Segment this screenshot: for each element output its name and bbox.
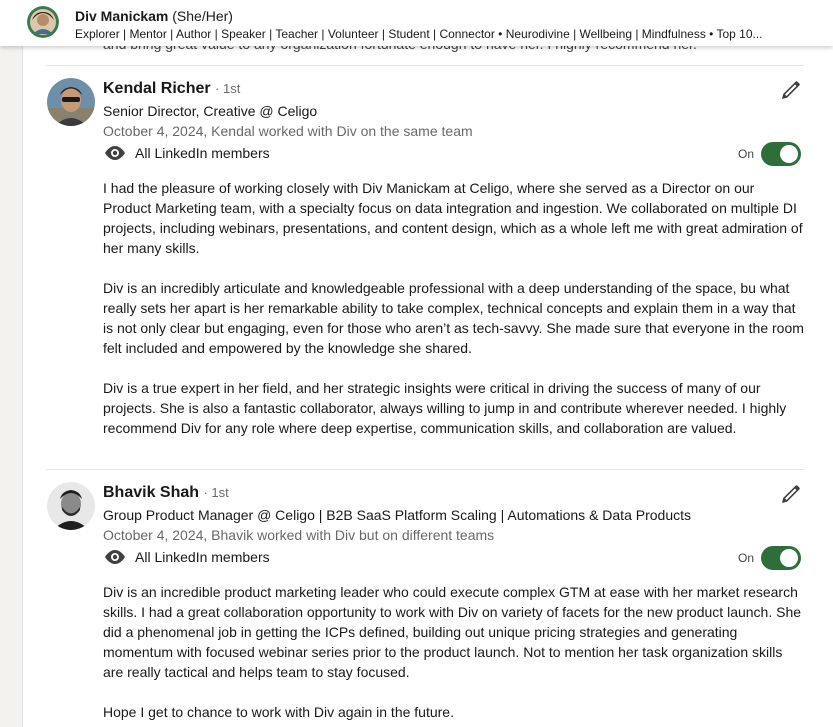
eye-icon bbox=[105, 146, 125, 160]
connection-degree: · 1st bbox=[215, 81, 241, 96]
profile-sticky-header: Div Manickam (She/Her) Explorer | Mentor… bbox=[0, 0, 833, 46]
profile-avatar[interactable] bbox=[27, 6, 59, 38]
recommendation-text: Div is an incredible product marketing l… bbox=[103, 582, 805, 727]
recommender-avatar[interactable] bbox=[47, 482, 95, 530]
visibility-toggle-group: On bbox=[738, 141, 802, 167]
recommendation-paragraph: Div is a true expert in her field, and h… bbox=[103, 380, 787, 436]
recommendation-paragraph: Div is an incredible product marketing l… bbox=[103, 584, 802, 680]
toggle-knob bbox=[780, 145, 799, 163]
profile-headline: Explorer | Mentor | Author | Speaker | T… bbox=[75, 27, 763, 41]
pencil-icon bbox=[782, 81, 800, 99]
recommendation-paragraph: I had the pleasure of working closely wi… bbox=[103, 180, 803, 256]
visibility-label: All LinkedIn members bbox=[135, 549, 270, 565]
visibility-label: All LinkedIn members bbox=[135, 145, 270, 161]
edit-recommendation-button[interactable] bbox=[779, 78, 803, 102]
divider bbox=[46, 469, 804, 470]
visibility-toggle-group: On bbox=[738, 545, 802, 571]
recommender-title: Senior Director, Creative @ Celigo bbox=[103, 103, 318, 119]
recommender-name[interactable]: Bhavik Shah bbox=[103, 484, 199, 501]
recommendation-meta: October 4, 2024, Kendal worked with Div … bbox=[103, 123, 473, 139]
visibility-setting: All LinkedIn members bbox=[103, 546, 270, 568]
recommender-name[interactable]: Kendal Richer bbox=[103, 80, 211, 97]
profile-name: Div Manickam bbox=[75, 8, 169, 24]
recommender-name-line: Kendal Richer · 1st bbox=[103, 78, 240, 100]
toggle-label: On bbox=[738, 551, 755, 565]
recommendation-paragraph: Div is an incredibly articulate and know… bbox=[103, 280, 804, 356]
recommendation-meta: October 4, 2024, Bhavik worked with Div … bbox=[103, 527, 495, 543]
pencil-icon bbox=[782, 485, 800, 503]
visibility-toggle[interactable] bbox=[761, 142, 802, 166]
visibility-toggle[interactable] bbox=[761, 546, 802, 570]
recommendation-paragraph: Hope I get to chance to work with Div ag… bbox=[103, 704, 454, 720]
visibility-setting: All LinkedIn members bbox=[103, 142, 270, 164]
toggle-label: On bbox=[738, 147, 755, 161]
recommender-name-line: Bhavik Shah · 1st bbox=[103, 482, 229, 504]
recommendation-text: I had the pleasure of working closely wi… bbox=[103, 178, 805, 458]
recommendations-page: and bring great value to any organizatio… bbox=[0, 0, 833, 727]
toggle-knob bbox=[780, 549, 799, 567]
profile-pronouns: (She/Her) bbox=[172, 8, 233, 24]
recommender-avatar[interactable] bbox=[47, 78, 95, 126]
connection-degree: · 1st bbox=[203, 485, 229, 500]
divider bbox=[46, 65, 804, 66]
edit-recommendation-button[interactable] bbox=[779, 482, 803, 506]
profile-name-line: Div Manickam (She/Her) bbox=[75, 7, 233, 25]
recommender-title: Group Product Manager @ Celigo | B2B Saa… bbox=[103, 507, 691, 523]
eye-icon bbox=[105, 550, 125, 564]
